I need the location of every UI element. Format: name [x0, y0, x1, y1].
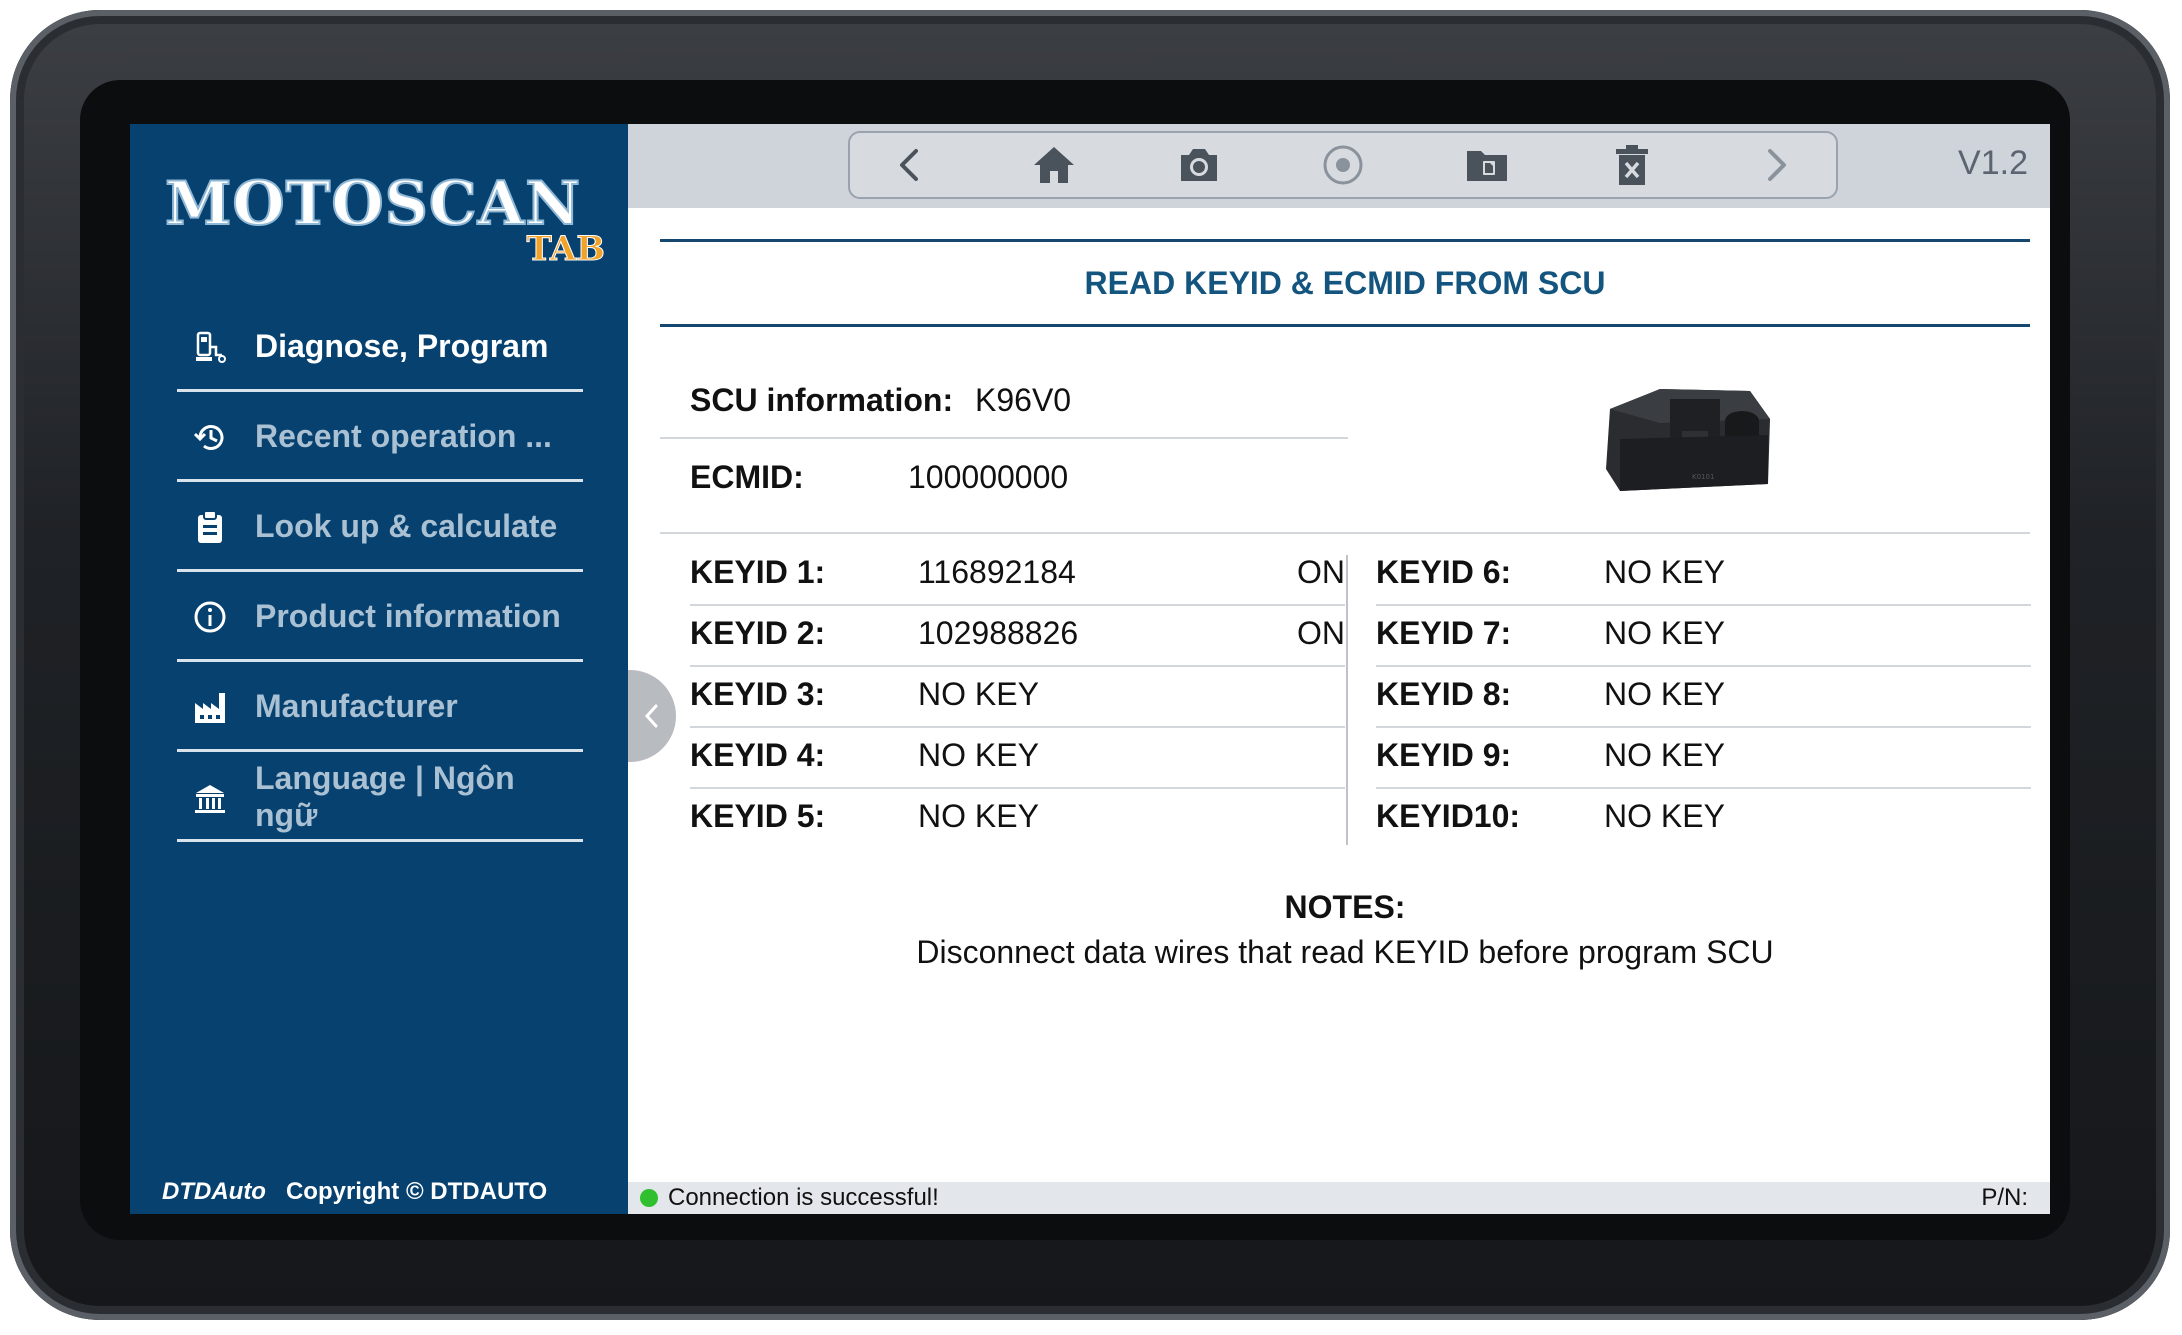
- back-icon[interactable]: [880, 135, 940, 195]
- logo-main-text: MOTOSCAN: [164, 168, 582, 240]
- notes-title: NOTES:: [1284, 889, 1406, 925]
- brand-logo: DTDAuto: [162, 1178, 266, 1205]
- keyid-label: KEYID 9:: [1376, 737, 1512, 773]
- keyid-value: NO KEY: [1604, 798, 1725, 834]
- notes-section: NOTES: Disconnect data wires that read K…: [660, 889, 2030, 971]
- sidebar-item-label: Recent operation ...: [255, 418, 552, 454]
- home-icon[interactable]: [1024, 135, 1084, 195]
- part-number-label: P/N:: [1981, 1184, 2028, 1211]
- folder-icon[interactable]: [1457, 135, 1517, 195]
- keyid-label: KEYID 8:: [1376, 676, 1512, 712]
- sidebar-item-manufacturer[interactable]: Manufacturer: [177, 664, 583, 752]
- keyid-row: KEYID10: NO KEY: [1376, 789, 2031, 850]
- keyid-column-left: KEYID 1: 116892184 ON KEYID 2: 102988826…: [690, 545, 1345, 850]
- status-bar: Connection is successful! P/N:: [628, 1182, 2050, 1214]
- keyid-label: KEYID 4:: [690, 737, 826, 773]
- keyid-row: KEYID 2: 102988826 ON: [690, 606, 1345, 667]
- scu-info-label: SCU information:: [690, 382, 954, 418]
- diagnose-icon: [192, 329, 228, 365]
- sidebar-item-label: Manufacturer: [255, 688, 458, 724]
- copyright-text: Copyright © DTDAUTO: [285, 1178, 548, 1205]
- forward-icon[interactable]: [1746, 135, 1806, 195]
- keyid-label: KEYID 3:: [690, 676, 826, 712]
- keyid-row: KEYID 7: NO KEY: [1376, 606, 2031, 667]
- sidebar: MOTOSCAN TAB Diagnose, Program Recent op…: [130, 124, 628, 1214]
- sidebar-footer: DTDAuto Copyright © DTDAUTO: [162, 1178, 547, 1206]
- device-label: K0101: [1692, 473, 1714, 481]
- connection-status-icon: [640, 1189, 658, 1207]
- ecmid-label: ECMID:: [690, 459, 804, 495]
- keyid-label: KEYID 5:: [690, 798, 826, 834]
- app-logo: MOTOSCAN TAB: [164, 168, 606, 279]
- notes-text: Disconnect data wires that read KEYID be…: [916, 934, 1774, 970]
- keyid-value: NO KEY: [918, 737, 1039, 773]
- sidebar-item-diagnose[interactable]: Diagnose, Program: [177, 304, 583, 392]
- info-icon: [192, 599, 228, 635]
- keyid-row: KEYID 9: NO KEY: [1376, 728, 2031, 789]
- scu-device-image: K0101: [1600, 379, 1775, 504]
- delete-icon[interactable]: [1602, 135, 1662, 195]
- sidebar-item-label: Language | Ngôn ngữ: [255, 759, 515, 833]
- sidebar-item-language[interactable]: Language | Ngôn ngữ: [177, 754, 583, 842]
- keyid-value: NO KEY: [918, 676, 1039, 712]
- ecmid-row: ECMID: 100000000: [660, 439, 2030, 534]
- keyid-label: KEYID 6:: [1376, 554, 1512, 590]
- sidebar-item-label: Product information: [255, 598, 561, 634]
- ecmid-value: 100000000: [908, 459, 1069, 495]
- keyid-label: KEYID 7:: [1376, 615, 1512, 651]
- screen: MOTOSCAN TAB Diagnose, Program Recent op…: [130, 124, 2050, 1214]
- logo-sub-text: TAB: [526, 229, 606, 270]
- clipboard-icon: [192, 509, 228, 545]
- sidebar-item-label: Look up & calculate: [255, 508, 558, 544]
- keyid-value: 102988826: [918, 615, 1079, 651]
- connection-status-text: Connection is successful!: [668, 1184, 939, 1211]
- version-label: V1.2: [1958, 144, 2028, 182]
- sidebar-item-product-info[interactable]: Product information: [177, 574, 583, 662]
- keyid-value: NO KEY: [1604, 737, 1725, 773]
- keyid-label: KEYID 1:: [690, 554, 826, 590]
- keyid-row: KEYID 6: NO KEY: [1376, 545, 2031, 606]
- record-icon[interactable]: [1313, 135, 1373, 195]
- toolbar-button-group: [848, 131, 1838, 199]
- keyid-label: KEYID10:: [1376, 798, 1521, 834]
- keyid-table: KEYID 1: 116892184 ON KEYID 2: 102988826…: [660, 545, 2031, 845]
- scu-info-row: SCU information: K96V0: [660, 364, 1348, 439]
- camera-icon[interactable]: [1169, 135, 1229, 195]
- scu-info-value: K96V0: [975, 382, 1072, 418]
- keyid-value: NO KEY: [1604, 676, 1725, 712]
- keyid-label: KEYID 2:: [690, 615, 826, 651]
- top-toolbar: V1.2: [628, 124, 2050, 208]
- keyid-value: 116892184: [918, 554, 1076, 590]
- keyid-row: KEYID 1: 116892184 ON: [690, 545, 1345, 606]
- keyid-row: KEYID 4: NO KEY: [690, 728, 1345, 789]
- keyid-row: KEYID 5: NO KEY: [690, 789, 1345, 850]
- keyid-column-right: KEYID 6: NO KEY KEYID 7: NO KEY KEYID 8:…: [1376, 545, 2031, 850]
- sidebar-menu: Diagnose, Program Recent operation ... L…: [177, 304, 583, 844]
- language-icon: [192, 779, 228, 815]
- keyid-value: NO KEY: [1604, 554, 1725, 590]
- page-title-bar: READ KEYID & ECMID FROM SCU: [660, 239, 2030, 327]
- keyid-status: ON: [1297, 615, 1345, 651]
- history-icon: [192, 419, 228, 455]
- keyid-status: ON: [1297, 554, 1345, 590]
- keyid-row: KEYID 3: NO KEY: [690, 667, 1345, 728]
- sidebar-item-label: Diagnose, Program: [255, 328, 549, 364]
- keyid-row: KEYID 8: NO KEY: [1376, 667, 2031, 728]
- sidebar-item-lookup[interactable]: Look up & calculate: [177, 484, 583, 572]
- factory-icon: [192, 689, 228, 725]
- keyid-value: NO KEY: [918, 798, 1039, 834]
- sidebar-item-recent[interactable]: Recent operation ...: [177, 394, 583, 482]
- column-divider: [1346, 555, 1348, 845]
- keyid-value: NO KEY: [1604, 615, 1725, 651]
- page-title: READ KEYID & ECMID FROM SCU: [1084, 264, 1606, 301]
- chevron-left-icon: [644, 704, 658, 728]
